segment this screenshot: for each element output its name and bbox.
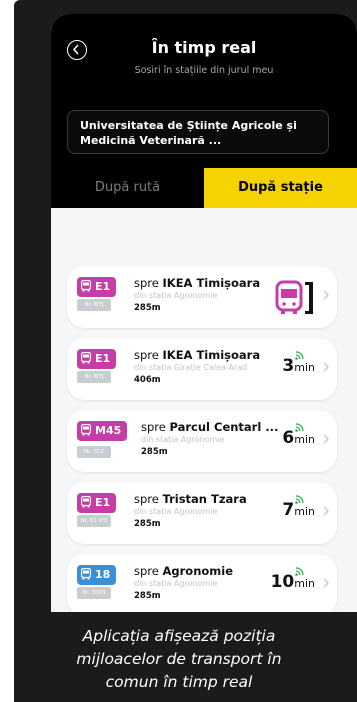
eta-value: 6: [282, 428, 295, 448]
eta-value: 7: [282, 500, 295, 520]
caption-line: Aplicația afișează poziția: [82, 627, 276, 645]
caption: Aplicația afișează poziția mijloacelor d…: [24, 625, 334, 694]
tab-by-route[interactable]: După rută: [51, 168, 204, 208]
realtime-signal-icon: [295, 423, 304, 432]
line-number: 18: [95, 568, 111, 581]
chevron-right-icon: [323, 578, 329, 588]
distance: 406m: [134, 375, 161, 385]
line-badge: 18: [77, 565, 117, 585]
line-number: E1: [95, 280, 111, 293]
line-number: E1: [95, 496, 111, 509]
distance: 285m: [134, 519, 161, 529]
destination: spre IKEA Timișoara: [134, 276, 261, 290]
line-badge: E1: [77, 493, 117, 513]
destination: spre Agronomie: [134, 564, 234, 578]
distance: 285m: [134, 591, 161, 601]
distance: 285m: [134, 303, 161, 313]
line-badge: E1: [77, 349, 117, 369]
line-badge: M45: [77, 421, 128, 441]
from-station: din stația Girație Calea Arad: [134, 363, 248, 372]
device-frame: În timp real Sosiri în stațiile din juru…: [14, 0, 357, 702]
realtime-signal-icon: [295, 567, 304, 576]
from-station: din stația Agronomie: [134, 507, 218, 516]
destination: spre IKEA Timișoara: [134, 348, 261, 362]
bus-icon: [81, 568, 91, 580]
bus-icon: [81, 352, 91, 364]
destination: spre Parcul Centarl ...: [141, 420, 279, 434]
destination: spre Tristan Tzara: [134, 492, 247, 506]
tab-by-station[interactable]: După stație: [204, 168, 357, 208]
eta-value: 3: [282, 356, 295, 376]
realtime-signal-icon: [295, 351, 304, 360]
from-station: din stația Agronomie: [134, 291, 218, 300]
vehicle-tag: Nr. 01 VYI: [77, 515, 111, 527]
eta-unit: min: [294, 423, 315, 446]
page-title: În timp real: [151, 38, 257, 57]
bus-icon: [81, 280, 91, 292]
arrival-card[interactable]: M45 Nr. TCZ spre Parcul Centarl ... din …: [67, 410, 337, 472]
arrival-card[interactable]: E1 Nr. MTJ spre IKEA Timișoara din stați…: [67, 338, 337, 400]
tab-bar: După rută După stație: [51, 168, 357, 208]
eta: 7 min: [282, 495, 315, 526]
eta: 3 min: [282, 351, 315, 382]
vehicle-tag: Nr. MTJ: [77, 299, 111, 311]
vehicle-tag: Nr. MTJ: [77, 371, 111, 383]
arrival-card[interactable]: E1 Nr. MTJ spre IKEA Timișoara din stați…: [67, 266, 337, 328]
eta-unit: min: [294, 567, 315, 590]
eta: 10 min: [270, 567, 315, 598]
bus-icon: [81, 424, 91, 436]
vehicle-tag: Nr. 3003: [77, 587, 111, 599]
chevron-right-icon: [323, 362, 329, 372]
arrival-card[interactable]: E1 Nr. 01 VYI spre Tristan Tzara din sta…: [67, 482, 337, 544]
caption-line: mijloacelor de transport în: [76, 650, 282, 668]
header: În timp real Sosiri în stațiile din juru…: [51, 14, 357, 168]
caption-line: comun în timp real: [105, 673, 253, 691]
bus-at-stop-icon: [275, 280, 313, 314]
line-number: M45: [95, 424, 122, 437]
from-station: din stația Agronomie: [141, 435, 225, 444]
chevron-right-icon: [323, 290, 329, 300]
chevron-right-icon: [323, 434, 329, 444]
line-badge: E1: [77, 277, 117, 297]
phone-screen: În timp real Sosiri în stațiile din juru…: [51, 14, 357, 612]
page-subtitle: Sosiri în stațiile din jurul meu: [134, 65, 274, 76]
eta-unit: min: [294, 495, 315, 518]
line-number: E1: [95, 352, 111, 365]
chevron-right-icon: [323, 506, 329, 516]
realtime-signal-icon: [295, 495, 304, 504]
vehicle-tag: Nr. TCZ: [77, 446, 111, 458]
eta-value: 10: [270, 572, 295, 592]
from-station: din stația Agronomie: [134, 579, 218, 588]
eta: 6 min: [282, 423, 315, 454]
arrival-card[interactable]: 18 Nr. 3003 spre Agronomie din stația Ag…: [67, 554, 337, 612]
eta-unit: min: [294, 351, 315, 374]
bus-icon: [81, 496, 91, 508]
station-selector[interactable]: Universitatea de Științe Agricole și Med…: [67, 110, 329, 154]
distance: 285m: [141, 447, 168, 457]
